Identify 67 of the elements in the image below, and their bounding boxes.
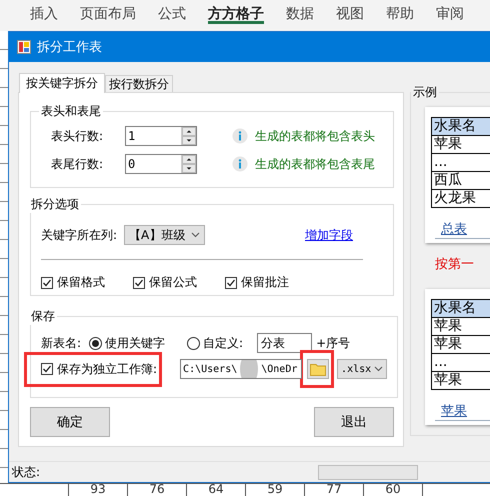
app-icon xyxy=(17,40,31,54)
checkbox[interactable] xyxy=(133,276,145,288)
table-cell: 西瓜 xyxy=(432,171,490,189)
dialog-button[interactable]: 确定 xyxy=(30,407,110,437)
window-title: 拆分工作表 xyxy=(37,39,102,56)
hint-text: 生成的表都将包含表尾 xyxy=(255,156,375,172)
table-cell: 60 xyxy=(364,484,423,496)
ribbon-tab[interactable]: 帮助 xyxy=(386,0,414,26)
dialog-button[interactable]: 退出 xyxy=(314,407,394,437)
checkbox-label: 保留公式 xyxy=(149,274,197,291)
table-header: 水果名 xyxy=(432,299,490,317)
path-field[interactable]: C:\Users\ \OneDr xyxy=(180,359,302,379)
status-label: 状态: xyxy=(12,464,40,480)
add-field-link[interactable]: 增加字段 xyxy=(305,226,353,244)
checkbox-label: 保留批注 xyxy=(241,274,289,291)
checkbox-label: 保存为独立工作簿: xyxy=(57,360,158,378)
checkbox[interactable] xyxy=(225,276,237,288)
number-field[interactable]: 0 xyxy=(125,154,197,174)
table-cell: 76 xyxy=(128,484,187,496)
checkbox[interactable] xyxy=(41,276,53,288)
checkbox[interactable] xyxy=(41,363,53,375)
table-cell: 苹果 xyxy=(432,371,490,390)
info-icon xyxy=(232,156,248,172)
table-cell: 77 xyxy=(305,484,364,496)
group-title: 保存 xyxy=(30,308,56,325)
chevron-down-icon xyxy=(191,232,200,238)
group-title: 示例 xyxy=(412,84,438,101)
tab[interactable]: 按行数拆分 xyxy=(105,75,173,92)
table-cell: 59 xyxy=(246,484,305,496)
ribbon-tab[interactable]: 页面布局 xyxy=(80,0,136,26)
extension-dropdown[interactable]: .xlsx xyxy=(337,359,388,379)
info-icon xyxy=(232,128,248,144)
field-label: 表头行数: xyxy=(51,128,104,144)
field-label: 表尾行数: xyxy=(51,156,104,172)
radio-label: 使用关键字 xyxy=(105,334,166,352)
hint-text: 生成的表都将包含表头 xyxy=(255,128,375,144)
name-field[interactable]: 分表 xyxy=(257,333,312,353)
suffix-label: +序号 xyxy=(316,334,350,352)
table-cell: 64 xyxy=(187,484,246,496)
ribbon-tab[interactable]: 数据 xyxy=(286,0,314,26)
table-cell: ... xyxy=(432,153,490,171)
table-header: 水果名 xyxy=(432,117,490,135)
radio-button[interactable] xyxy=(187,336,200,350)
folder-icon xyxy=(310,362,326,376)
table-cell: ... xyxy=(432,353,490,371)
table-cell: 苹果 xyxy=(432,135,490,153)
tab[interactable]: 按关键字拆分 xyxy=(19,73,105,93)
ribbon-tab[interactable]: 审阅 xyxy=(436,0,464,26)
radio-button[interactable] xyxy=(89,336,102,350)
ribbon-tab[interactable]: 视图 xyxy=(336,0,364,26)
table-cell: 苹果 xyxy=(432,317,490,335)
ribbon-tab[interactable]: 插入 xyxy=(30,0,58,26)
column-dropdown[interactable]: 【A】班级 xyxy=(124,225,206,245)
field-label: 新表名: xyxy=(41,334,82,352)
example-caption: 按第一 xyxy=(435,256,474,273)
chevron-down-icon xyxy=(374,366,384,372)
group-title: 拆分选项 xyxy=(30,196,80,213)
table-cell: 火龙果 xyxy=(432,189,490,208)
field-label: 关键字所在列: xyxy=(41,226,118,244)
ribbon-tab[interactable]: 公式 xyxy=(158,0,186,26)
table-cell: 93 xyxy=(69,484,128,496)
radio-label: 自定义: xyxy=(203,334,244,352)
group-title: 表头和表尾 xyxy=(40,103,102,120)
ribbon-tab[interactable]: 方方格子 xyxy=(208,0,264,24)
checkbox-label: 保留格式 xyxy=(57,274,105,291)
number-field[interactable]: 1 xyxy=(125,126,197,146)
table-cell: 苹果 xyxy=(432,335,490,353)
